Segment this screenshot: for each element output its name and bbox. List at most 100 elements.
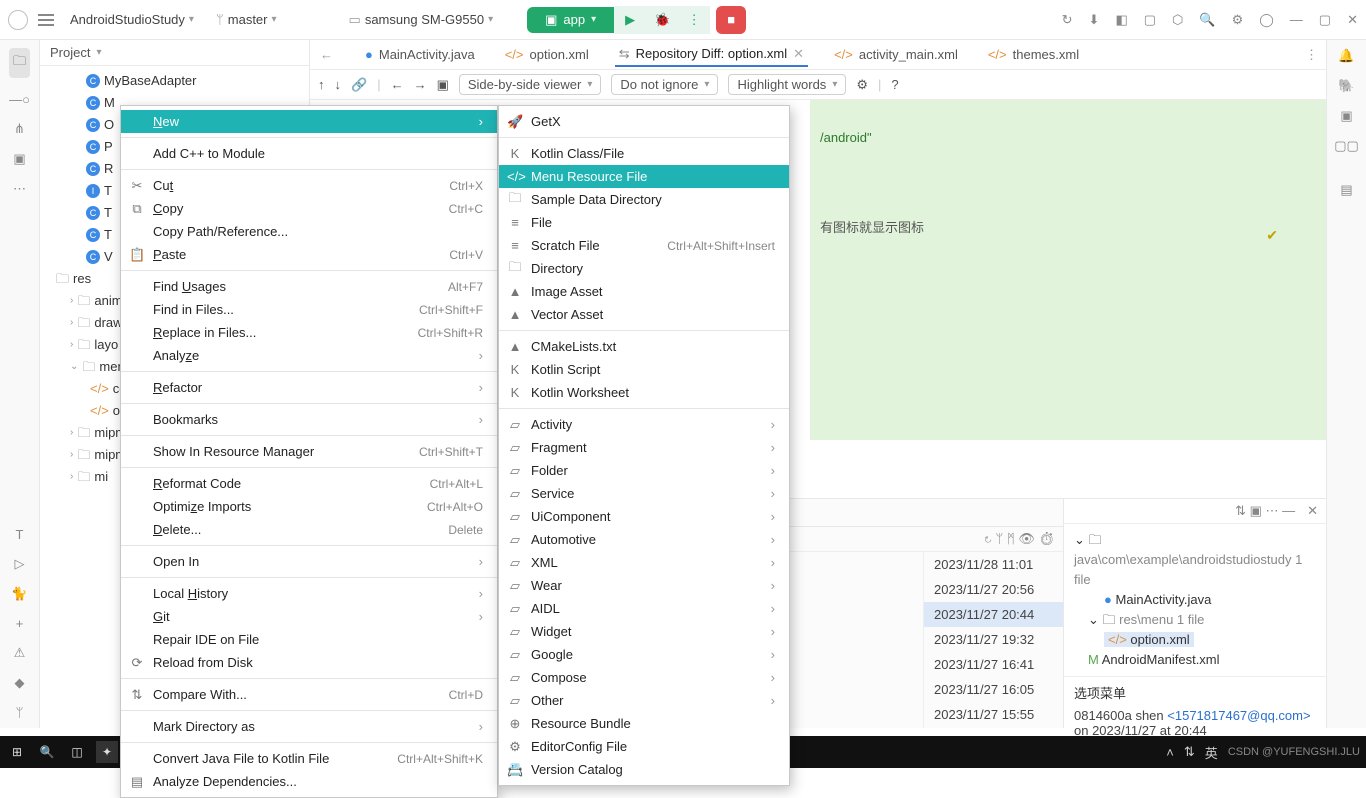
services-tool-icon[interactable]: ◆ [15, 675, 25, 691]
menu-item[interactable]: ▱Wear› [499, 574, 789, 597]
menu-item[interactable]: ▱Other› [499, 689, 789, 712]
menu-item[interactable]: Delete...Delete [121, 518, 497, 541]
pull-requests-icon[interactable]: ⋔ [14, 121, 25, 137]
run-tool-icon[interactable]: ▷ [15, 556, 25, 572]
menu-item[interactable]: New› [121, 110, 497, 133]
menu-item[interactable]: Analyze› [121, 344, 497, 367]
menu-item[interactable]: Add C++ to Module [121, 142, 497, 165]
menu-item[interactable]: ⧉CopyCtrl+C [121, 197, 497, 220]
menu-item[interactable]: ✂CutCtrl+X [121, 174, 497, 197]
commit-tool-icon[interactable]: —○ [9, 92, 30, 107]
menu-item[interactable]: ▱Widget› [499, 620, 789, 643]
debug-button[interactable]: 🐞 [646, 6, 678, 34]
menu-item[interactable]: ▱Fragment› [499, 436, 789, 459]
menu-item[interactable]: Repair IDE on File [121, 628, 497, 651]
menu-item[interactable]: Copy Path/Reference... [121, 220, 497, 243]
nav-fwd-icon[interactable]: → [414, 77, 427, 92]
help-icon[interactable]: ? [891, 77, 898, 92]
menu-item[interactable]: Reformat CodeCtrl+Alt+L [121, 472, 497, 495]
menu-item[interactable]: Bookmarks› [121, 408, 497, 431]
logcat-tool-icon[interactable]: 🐈 [11, 586, 27, 602]
menu-item[interactable]: </>Menu Resource File [499, 165, 789, 188]
menu-item[interactable]: ⊕Resource Bundle [499, 712, 789, 735]
menu-item[interactable]: ▱UiComponent› [499, 505, 789, 528]
bookmarks-tool-icon[interactable]: T [16, 527, 24, 542]
menu-item[interactable]: Open In› [121, 550, 497, 573]
menu-item[interactable]: ▲CMakeLists.txt [499, 335, 789, 358]
menu-item[interactable]: ▲Image Asset [499, 280, 789, 303]
hamburger-icon[interactable] [38, 14, 54, 26]
run-config-select[interactable]: ▣ app ▾ [527, 7, 614, 33]
menu-item[interactable]: ▱Folder› [499, 459, 789, 482]
menu-item[interactable]: ▱Compose› [499, 666, 789, 689]
wifi-icon[interactable]: ⇅ [1184, 744, 1195, 760]
problems-tool-icon[interactable]: ⚠ [14, 645, 26, 661]
project-chip[interactable]: AndroidStudioStudy▾ [64, 9, 200, 30]
terminal-tool-icon[interactable]: + [16, 616, 24, 631]
vcs-tool-icon[interactable]: ᛘ [16, 705, 24, 720]
inspection-marker-icon[interactable]: ✔ [1266, 227, 1278, 244]
account-icon[interactable]: ◯ [1259, 12, 1274, 28]
menu-item[interactable]: Replace in Files...Ctrl+Shift+R [121, 321, 497, 344]
project-panel-header[interactable]: Project▾ [40, 40, 309, 66]
avd-icon[interactable]: ▢ [1144, 12, 1156, 28]
menu-item[interactable]: Refactor› [121, 376, 497, 399]
context-menu[interactable]: New› Add C++ to Module ✂CutCtrl+X⧉CopyCtrl… [120, 105, 498, 798]
menu-item[interactable]: 📋PasteCtrl+V [121, 243, 497, 266]
commit-row[interactable]: 2023/11/28 11:01 [924, 552, 1063, 577]
structure-icon[interactable]: ▣ [13, 151, 25, 167]
menu-item[interactable]: ▱Service› [499, 482, 789, 505]
device-manager-icon[interactable]: ▣ [1340, 108, 1352, 124]
profiler-icon[interactable]: ◧ [1115, 12, 1127, 28]
menu-item[interactable]: ⟳Reload from Disk [121, 651, 497, 674]
tab-main-activity[interactable]: ●MainActivity.java [361, 44, 479, 65]
menu-item[interactable]: Show In Resource ManagerCtrl+Shift+T [121, 440, 497, 463]
restore-icon[interactable]: ▢ [1319, 12, 1331, 28]
menu-item[interactable]: KKotlin Class/File [499, 142, 789, 165]
menu-item[interactable]: ▲Vector Asset [499, 303, 789, 326]
menu-item[interactable]: Find UsagesAlt+F7 [121, 275, 497, 298]
branch-chip[interactable]: ᛘmaster▾ [210, 9, 283, 30]
start-icon[interactable]: ⊞ [6, 741, 28, 763]
search-icon[interactable]: 🔍 [1199, 12, 1215, 28]
menu-item[interactable]: ▱Automotive› [499, 528, 789, 551]
commit-row[interactable]: 2023/11/27 16:05 [924, 677, 1063, 702]
submenu-new[interactable]: 🚀GetX KKotlin Class/File</>Menu Resource … [498, 105, 790, 786]
menu-item[interactable]: ▱AIDL› [499, 597, 789, 620]
project-tool-icon[interactable]: 🗀 [9, 48, 30, 78]
next-diff-icon[interactable]: ↓ [335, 77, 342, 92]
menu-item[interactable]: Git› [121, 605, 497, 628]
menu-item[interactable]: ≡File [499, 211, 789, 234]
close-icon[interactable]: ✕ [1347, 12, 1358, 28]
menu-item[interactable]: ⇅Compare With...Ctrl+D [121, 683, 497, 706]
diff-gear-icon[interactable]: ⚙ [856, 77, 868, 93]
menu-item[interactable]: Optimize ImportsCtrl+Alt+O [121, 495, 497, 518]
commit-details[interactable]: ⌄ 🗀 java\com\example\androidstudiostudy … [1064, 524, 1326, 676]
menu-item[interactable]: Convert Java File to Kotlin FileCtrl+Alt… [121, 747, 497, 770]
viewer-mode-dropdown[interactable]: Side-by-side viewer▾ [459, 74, 601, 95]
menu-item[interactable]: ⚙EditorConfig File [499, 735, 789, 758]
link-icon[interactable]: 🔗 [351, 77, 367, 93]
ime-icon[interactable]: 英 [1205, 743, 1218, 762]
more-run-button[interactable]: ⋮ [678, 6, 710, 34]
menu-item[interactable]: Local History› [121, 582, 497, 605]
run-button[interactable]: ▶ [614, 6, 646, 34]
menu-item[interactable]: KKotlin Script [499, 358, 789, 381]
tab-activity-main[interactable]: </>activity_main.xml [830, 44, 962, 65]
menu-item[interactable]: ▤Analyze Dependencies... [121, 770, 497, 793]
menu-item[interactable]: ≡Scratch FileCtrl+Alt+Shift+Insert [499, 234, 789, 257]
tabs-more-icon[interactable]: ⋮ [1305, 47, 1326, 63]
commit-row[interactable]: 2023/11/27 15:55 [924, 702, 1063, 727]
db-inspector-icon[interactable]: ▤ [1340, 182, 1352, 198]
main-menu-icon[interactable] [8, 10, 28, 30]
minimize-icon[interactable]: — [1290, 12, 1303, 27]
menu-item[interactable]: 🚀GetX [499, 110, 789, 133]
gear-icon[interactable]: ⚙ [1232, 12, 1244, 28]
emulator-icon[interactable]: ▢▢ [1334, 138, 1359, 154]
task-view-icon[interactable]: ◫ [66, 741, 88, 763]
sdk-icon[interactable]: ⬡ [1172, 12, 1183, 28]
device-chip[interactable]: ▭samsung SM-G9550▾ [343, 9, 500, 31]
sync-icon[interactable]: ↻ [1062, 12, 1073, 28]
menu-item[interactable]: ▱Activity› [499, 413, 789, 436]
tab-themes[interactable]: </>themes.xml [984, 44, 1083, 65]
